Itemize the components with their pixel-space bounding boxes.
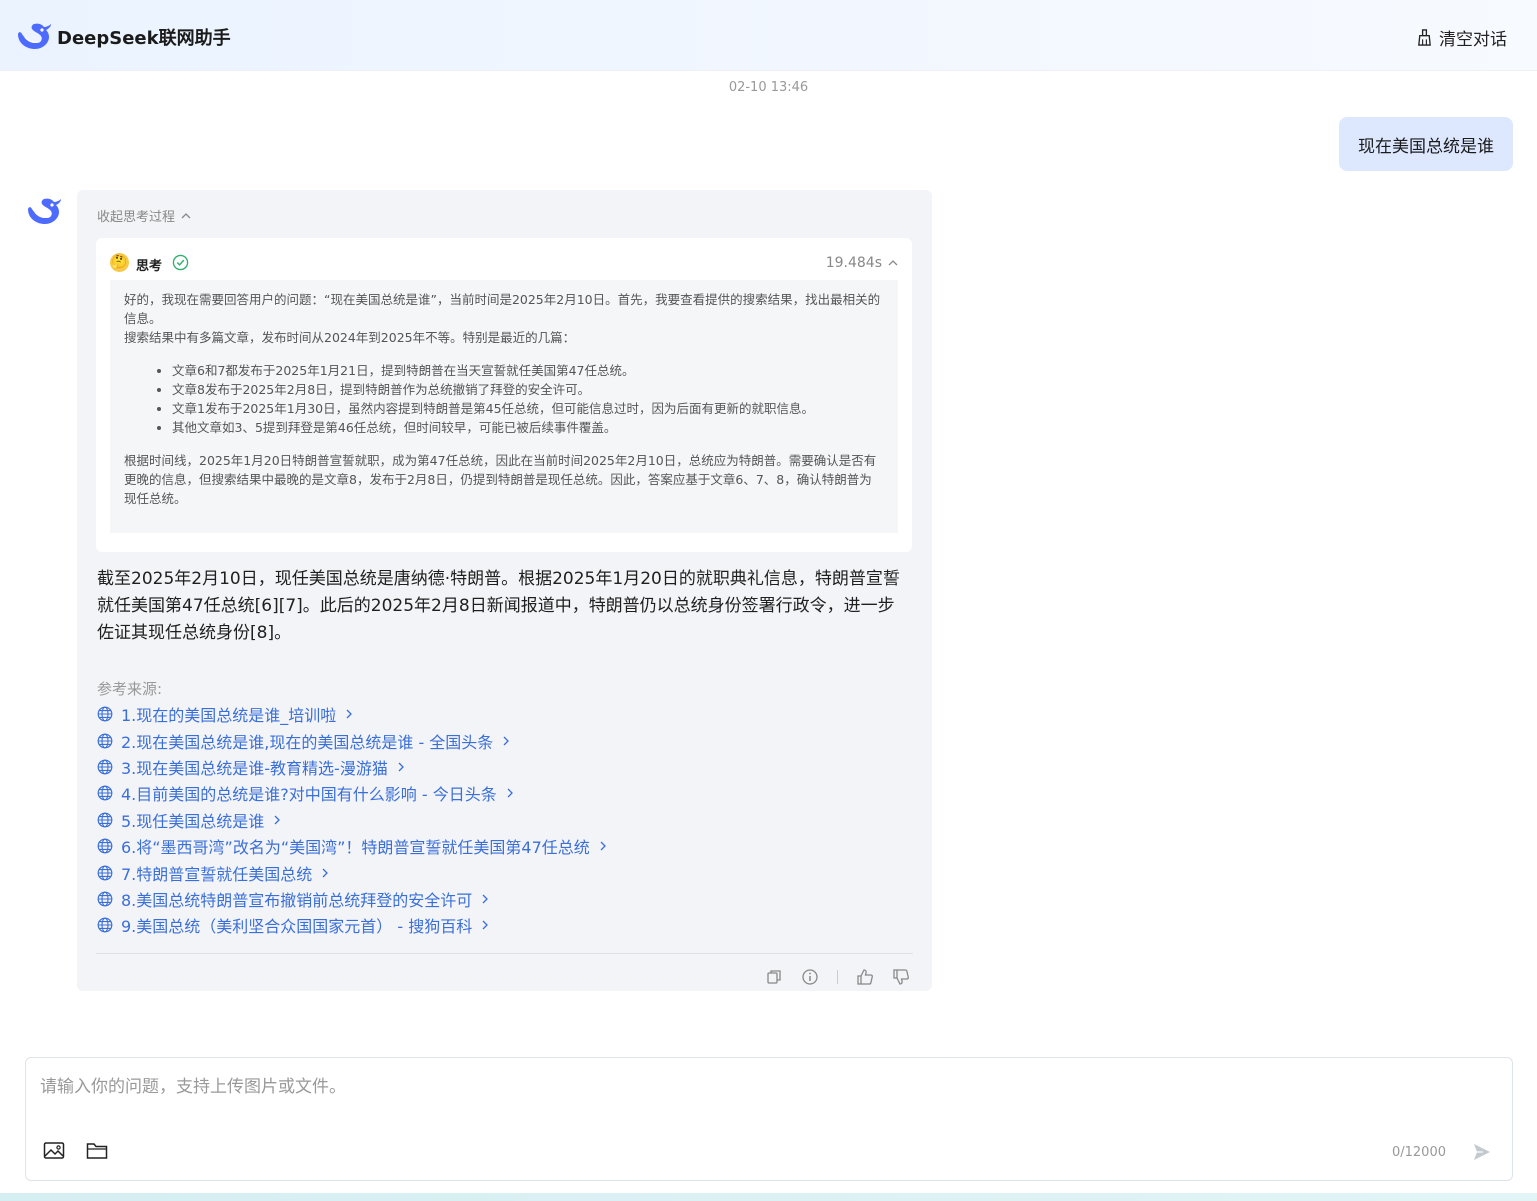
- thinking-duration-toggle[interactable]: 19.484s: [826, 255, 898, 271]
- source-link[interactable]: 5.现任美国总统是谁: [97, 807, 608, 833]
- upload-file-icon[interactable]: [86, 1141, 108, 1161]
- thinking-face-icon: 🤔: [110, 253, 129, 272]
- sources-title: 参考来源:: [97, 680, 163, 698]
- chat-input-area: 0/12000: [25, 1057, 1513, 1181]
- bottom-bar: [0, 1193, 1537, 1201]
- thinking-bullet: 文章1发布于2025年1月30日，虽然内容提到特朗普是第45任总统，但可能信息过…: [172, 399, 884, 418]
- thinking-bullet: 文章6和7都发布于2025年1月21日，提到特朗普在当天宣誓就任美国第47任总统…: [172, 361, 884, 380]
- thinking-bullet: 文章8发布于2025年2月8日，提到特朗普作为总统撤销了拜登的安全许可。: [172, 380, 884, 399]
- app-header: DeepSeek联网助手 清空对话: [0, 0, 1537, 71]
- source-link[interactable]: 8.美国总统特朗普宣布撤销前总统拜登的安全许可: [97, 886, 608, 912]
- source-link[interactable]: 7.特朗普宣誓就任美国总统: [97, 859, 608, 885]
- thinking-content: 好的，我现在需要回答用户的问题：“现在美国总统是谁”，当前时间是2025年2月1…: [110, 280, 898, 533]
- source-title: 4.目前美国的总统是谁?对中国有什么影响 - 今日头条: [121, 785, 497, 805]
- chevron-up-icon: [888, 260, 898, 266]
- thinking-label: 思考: [136, 259, 163, 274]
- send-icon[interactable]: [1472, 1142, 1492, 1162]
- globe-icon: [97, 838, 113, 854]
- collapse-thinking-toggle[interactable]: 收起思考过程: [97, 206, 191, 225]
- character-count: 0/12000: [1391, 1145, 1446, 1160]
- chevron-right-icon: [346, 709, 353, 719]
- source-link[interactable]: 9.美国总统（美利坚合众国国家元首） - 搜狗百科: [97, 912, 608, 938]
- answer-text: 截至2025年2月10日，现任美国总统是唐纳德·特朗普。根据2025年1月20日…: [97, 569, 900, 643]
- collapse-thinking-label: 收起思考过程: [97, 210, 176, 225]
- thinking-panel: 🤔 思考 19.484s 好的，我现在需要回答用户的问题：“现在美国总统是谁”，…: [96, 238, 912, 552]
- answer-divider: [96, 953, 913, 954]
- page: DeepSeek联网助手 清空对话 02-10 13:46 现在美国总统是谁 收…: [0, 0, 1537, 1201]
- chevron-right-icon: [322, 868, 329, 877]
- globe-icon: [97, 733, 113, 748]
- chevron-right-icon: [482, 920, 489, 930]
- clear-conversation-button[interactable]: 清空对话: [1416, 25, 1507, 50]
- thumbs-up-icon[interactable]: [856, 968, 874, 986]
- chevron-right-icon: [274, 815, 281, 825]
- source-title: 5.现任美国总统是谁: [121, 811, 265, 831]
- source-title: 2.现在美国总统是谁,现在的美国总统是谁 - 全国头条: [121, 732, 494, 752]
- thinking-bullet-list: 文章6和7都发布于2025年1月21日，提到特朗普在当天宣誓就任美国第47任总统…: [124, 361, 884, 437]
- clear-conversation-label: 清空对话: [1439, 30, 1507, 50]
- deepseek-logo-icon: [18, 23, 51, 49]
- source-link[interactable]: 1.现在的美国总统是谁_培训啦: [97, 701, 608, 727]
- chevron-right-icon: [503, 736, 510, 746]
- chevron-right-icon: [482, 894, 489, 904]
- globe-icon: [97, 785, 113, 801]
- answer-actions: [765, 968, 910, 986]
- chevron-right-icon: [398, 762, 404, 772]
- globe-icon: [97, 891, 113, 907]
- upload-image-icon[interactable]: [43, 1141, 65, 1161]
- action-separator: [837, 970, 838, 984]
- app-title: DeepSeek联网助手: [57, 28, 231, 49]
- source-link[interactable]: 2.现在美国总统是谁,现在的美国总统是谁 - 全国头条: [97, 727, 608, 753]
- source-title: 7.特朗普宣誓就任美国总统: [121, 864, 313, 884]
- thinking-header: 🤔 思考 19.484s: [110, 252, 898, 274]
- globe-icon: [97, 812, 113, 828]
- thinking-paragraph: 根据时间线，2025年1月20日特朗普宣誓就职，成为第47任总统，因此在当前时间…: [124, 453, 877, 506]
- user-message-text: 现在美国总统是谁: [1358, 136, 1494, 157]
- thinking-duration: 19.484s: [825, 255, 882, 271]
- source-link[interactable]: 4.目前美国的总统是谁?对中国有什么影响 - 今日头条: [97, 780, 608, 806]
- chat-input[interactable]: [38, 1076, 1442, 1098]
- source-title: 1.现在的美国总统是谁_培训啦: [121, 706, 337, 726]
- assistant-answer-card: 收起思考过程 🤔 思考 19.484s 好的，我现在需要回答用户的问题：“现在美…: [77, 190, 932, 991]
- chevron-right-icon: [507, 788, 513, 798]
- user-message-bubble: 现在美国总统是谁: [1339, 117, 1513, 171]
- globe-icon: [97, 706, 113, 722]
- source-title: 9.美国总统（美利坚合众国国家元首） - 搜狗百科: [121, 917, 473, 937]
- chevron-right-icon: [600, 841, 606, 851]
- source-title: 6.将“墨西哥湾”改名为“美国湾”！特朗普宣誓就任美国第47任总统: [121, 838, 590, 858]
- info-icon[interactable]: [801, 968, 819, 986]
- message-timestamp: 02-10 13:46: [728, 80, 809, 95]
- check-circle-icon: [172, 254, 189, 271]
- source-link[interactable]: 6.将“墨西哥湾”改名为“美国湾”！特朗普宣誓就任美国第47任总统: [97, 833, 608, 859]
- globe-icon: [97, 759, 113, 775]
- thumbs-down-icon[interactable]: [892, 968, 910, 986]
- bot-avatar-icon: [28, 198, 61, 224]
- globe-icon: [97, 917, 113, 933]
- source-list: 1.现在的美国总统是谁_培训啦 2.现在美国总统是谁,现在的美国总统是谁 - 全…: [97, 701, 608, 939]
- source-link[interactable]: 3.现在美国总统是谁-教育精选-漫游猫: [97, 754, 608, 780]
- copy-icon[interactable]: [765, 968, 783, 986]
- globe-icon: [97, 865, 113, 880]
- thinking-bullet: 其他文章如3、5提到拜登是第46任总统，但时间较早，可能已被后续事件覆盖。: [172, 418, 884, 437]
- thinking-paragraph: 好的，我现在需要回答用户的问题：“现在美国总统是谁”，当前时间是2025年2月1…: [124, 292, 881, 326]
- broom-icon: [1418, 29, 1431, 46]
- chevron-up-icon: [181, 212, 191, 218]
- source-title: 8.美国总统特朗普宣布撤销前总统拜登的安全许可: [121, 890, 473, 910]
- source-title: 3.现在美国总统是谁-教育精选-漫游猫: [121, 758, 388, 778]
- thinking-paragraph: 搜索结果中有多篇文章，发布时间从2024年到2025年不等。特别是最近的几篇：: [124, 330, 576, 345]
